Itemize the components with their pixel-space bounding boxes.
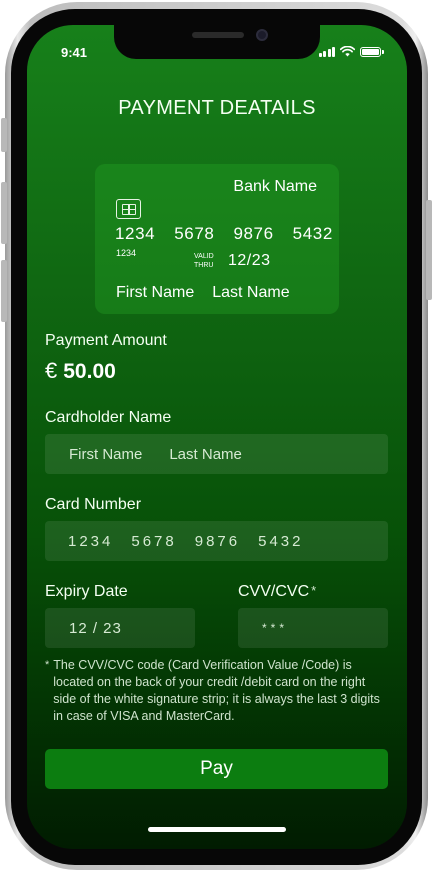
card-last-name: Last Name bbox=[212, 284, 290, 301]
card-number-group: 9876 bbox=[233, 224, 274, 243]
payment-amount: € 50.00 bbox=[45, 358, 116, 384]
required-marker: * bbox=[311, 583, 317, 598]
status-time: 9:41 bbox=[61, 45, 88, 60]
cvv-label-text: CVV/CVC bbox=[238, 583, 310, 600]
cardholder-name-field[interactable]: First Name Last Name bbox=[45, 434, 388, 474]
battery-icon bbox=[360, 46, 384, 57]
note-text: The CVV/CVC code (Card Verification Valu… bbox=[53, 658, 380, 723]
card-first-name: First Name bbox=[116, 284, 195, 301]
status-icons bbox=[318, 46, 384, 57]
cvv-input[interactable]: *** bbox=[238, 608, 388, 648]
note-marker: * bbox=[45, 659, 50, 671]
last-name-input[interactable]: Last Name bbox=[169, 446, 242, 463]
card-number-group: 5678 bbox=[174, 224, 215, 243]
card-number-group: 5432 bbox=[258, 532, 304, 550]
cvv-placeholder: *** bbox=[262, 621, 289, 635]
first-name-input[interactable]: First Name bbox=[69, 446, 142, 463]
valid-thru-line: THRU bbox=[194, 262, 214, 269]
card-number-label: Card Number bbox=[45, 496, 142, 513]
card-number-group: 9876 bbox=[194, 532, 241, 550]
valid-thru-line: VALID bbox=[194, 253, 214, 260]
card-number-input[interactable]: 1234 5678 9876 5432 bbox=[45, 521, 388, 561]
signal-icon bbox=[318, 46, 335, 57]
volume-down-button bbox=[1, 260, 7, 322]
cvv-help-note: * The CVV/CVC code (Card Verification Va… bbox=[45, 657, 387, 725]
card-number-display: 1234 5678 9876 5432 bbox=[115, 224, 333, 244]
power-button bbox=[426, 200, 432, 300]
cardholder-name-label: Cardholder Name bbox=[45, 409, 172, 426]
card-number-group: 1234 bbox=[115, 224, 156, 243]
expiry-date-value: 12 / 23 bbox=[69, 619, 122, 637]
silent-switch bbox=[1, 118, 7, 152]
pay-button[interactable]: Pay bbox=[45, 749, 388, 789]
card-expiry: 12/23 bbox=[228, 252, 271, 269]
chip-icon bbox=[116, 199, 141, 219]
home-indicator[interactable] bbox=[148, 827, 286, 832]
currency-symbol: € bbox=[45, 358, 58, 383]
wifi-icon bbox=[340, 46, 355, 57]
credit-card-preview: Bank Name 1234 5678 9876 5432 1234 VALID… bbox=[95, 164, 339, 314]
front-camera-icon bbox=[256, 29, 268, 41]
card-holder-name: First Name Last Name bbox=[116, 284, 290, 302]
speaker-grill bbox=[192, 32, 244, 38]
screen: 9:41 PAYMENT DEATAILS Bank Name 1234 567… bbox=[27, 25, 407, 849]
payment-amount-label: Payment Amount bbox=[45, 332, 167, 349]
expiry-date-input[interactable]: 12 / 23 bbox=[45, 608, 195, 648]
card-number-small: 1234 bbox=[116, 248, 137, 258]
payment-amount-value: 50.00 bbox=[63, 360, 116, 383]
card-number-group: 5432 bbox=[292, 224, 333, 243]
expiry-date-label: Expiry Date bbox=[45, 583, 128, 600]
page-title: PAYMENT DEATAILS bbox=[118, 97, 316, 119]
volume-up-button bbox=[1, 182, 7, 244]
card-bank-name: Bank Name bbox=[233, 178, 317, 195]
cvv-label: CVV/CVC * bbox=[238, 583, 316, 601]
notch bbox=[114, 25, 320, 59]
card-number-group: 1234 bbox=[68, 532, 114, 550]
valid-thru-label: VALID THRU bbox=[194, 252, 214, 270]
card-number-group: 5678 bbox=[131, 532, 177, 550]
